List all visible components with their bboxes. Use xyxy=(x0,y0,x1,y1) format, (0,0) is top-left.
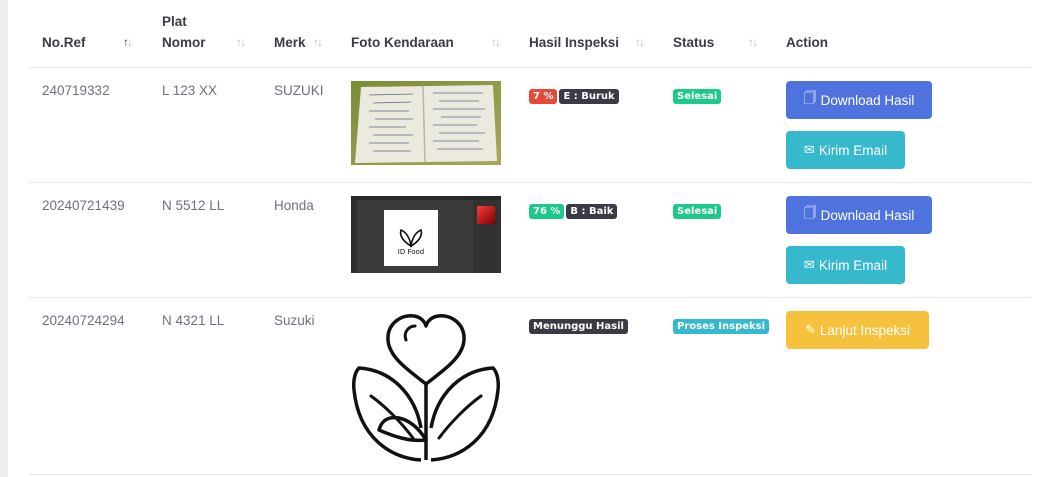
download-button[interactable]: 🗍 Download Hasil xyxy=(786,81,932,119)
col-action: Action xyxy=(786,35,828,50)
col-foto[interactable]: Foto Kendaraan ↑↓ xyxy=(351,32,501,53)
email-button[interactable]: ✉ Kirim Email xyxy=(786,246,905,284)
file-icon: 🗍 xyxy=(803,90,817,105)
scroll-edge xyxy=(0,0,8,477)
grade-badge: E : Buruk xyxy=(559,89,619,104)
grade-badge: B : Baik xyxy=(566,204,618,219)
no-ref: 20240721439 xyxy=(42,198,125,213)
sort-icon[interactable]: ↑↓ xyxy=(748,32,758,53)
envelope-icon: ✉ xyxy=(803,257,815,272)
pending-badge: Menunggu Hasil xyxy=(529,319,628,334)
score-badge: 76 % xyxy=(529,204,565,219)
status-badge: Selesai xyxy=(673,204,722,219)
plat-nomor: L 123 XX xyxy=(162,83,218,98)
envelope-icon: ✉ xyxy=(803,142,815,157)
download-button[interactable]: 🗍 Download Hasil xyxy=(786,196,932,234)
sort-icon[interactable]: ↑↓ xyxy=(491,32,501,53)
col-no-ref[interactable]: No.Ref ↑↓ xyxy=(42,32,133,53)
hasil-inspeksi: 7 % E : Buruk xyxy=(529,84,621,104)
col-status[interactable]: Status ↑↓ xyxy=(673,32,758,53)
sort-icon[interactable]: ↑↓ xyxy=(635,32,645,53)
hasil-inspeksi: Menunggu Hasil xyxy=(529,314,630,334)
plant-heart-icon xyxy=(351,310,501,462)
col-merk[interactable]: Merk ↑↓ xyxy=(274,32,323,53)
merk: SUZUKI xyxy=(274,83,324,98)
merk: Suzuki xyxy=(274,313,315,328)
status-badge: Selesai xyxy=(673,89,722,104)
vehicle-photo xyxy=(351,81,501,165)
col-plat-nomor[interactable]: Plat Nomor ↑↓ xyxy=(162,11,246,53)
score-badge: 7 % xyxy=(529,89,558,104)
plat-nomor: N 5512 LL xyxy=(162,198,225,213)
no-ref: 20240724294 xyxy=(42,313,125,328)
sort-icon[interactable]: ↑↓ xyxy=(313,32,323,53)
plat-nomor: N 4321 LL xyxy=(162,313,225,328)
logo-canvas: ID Food xyxy=(384,210,438,266)
edit-icon: ✎ xyxy=(805,322,816,337)
merk: Honda xyxy=(274,198,314,213)
sort-icon[interactable]: ↑↓ xyxy=(236,32,246,53)
sort-asc-icon[interactable]: ↑↓ xyxy=(123,32,133,53)
no-ref: 240719332 xyxy=(42,83,110,98)
vehicle-photo: ID Food xyxy=(351,196,501,273)
continue-inspection-button[interactable]: ✎ Lanjut Inspeksi xyxy=(786,311,929,349)
col-hasil[interactable]: Hasil Inspeksi ↑↓ xyxy=(529,32,645,53)
status: Selesai xyxy=(673,84,723,104)
table-row: 20240721439 N 5512 LL Honda ID Food 76 %… xyxy=(29,183,1031,298)
status-badge: Proses Inspeksi xyxy=(673,319,770,334)
status: Proses Inspeksi xyxy=(673,314,771,334)
file-icon: 🗍 xyxy=(803,205,817,220)
table-header: No.Ref ↑↓ Plat Nomor ↑↓ Merk ↑↓ Foto Ken… xyxy=(29,0,1031,68)
table-row: 240719332 L 123 XX SUZUKI 7 % E: Buruk … xyxy=(29,68,1031,183)
table-row: 20240724294 N 4321 LL Suzuki Menunggu Ha… xyxy=(29,298,1031,475)
email-button[interactable]: ✉ Kirim Email xyxy=(786,131,905,169)
hasil-inspeksi: 76 % B : Baik xyxy=(529,199,619,219)
status: Selesai xyxy=(673,199,723,219)
